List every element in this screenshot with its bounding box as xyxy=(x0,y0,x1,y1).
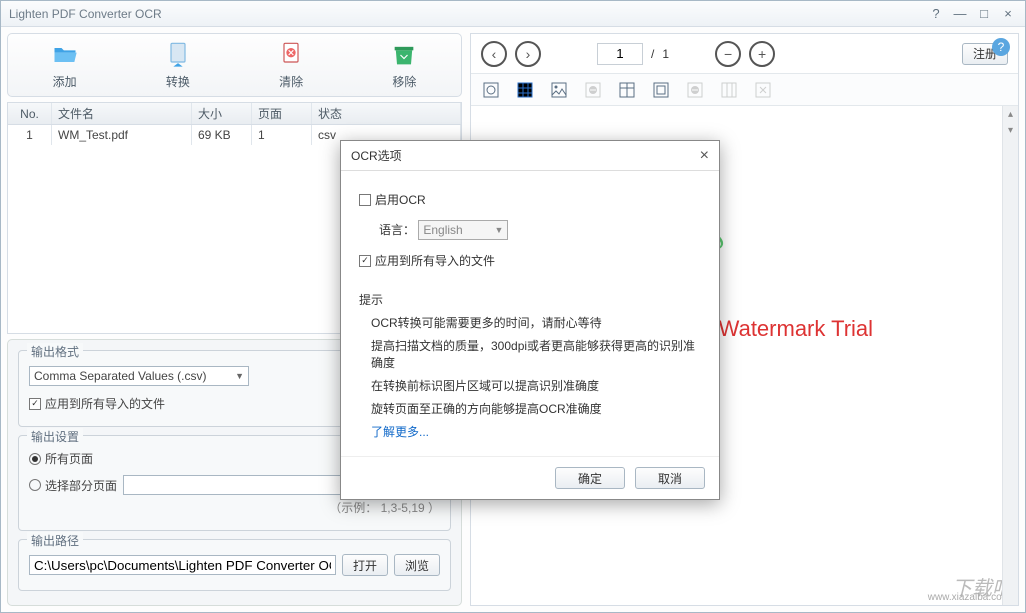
text-box-icon[interactable] xyxy=(651,80,671,100)
clear-button[interactable]: 清除 xyxy=(277,41,305,90)
tip-line: 旋转页面至正确的方向能够提高OCR准确度 xyxy=(359,400,701,417)
add-button[interactable]: 添加 xyxy=(51,41,79,90)
preview-tools: ? xyxy=(471,74,1018,106)
lang-select[interactable]: English ▼ xyxy=(418,220,508,240)
dialog-titlebar: OCR选项 × xyxy=(341,141,719,171)
dialog-footer: 确定 取消 xyxy=(341,456,719,499)
grid-icon[interactable] xyxy=(515,80,535,100)
table-header: No. 文件名 大小 页面 状态 xyxy=(8,103,461,125)
vertical-scrollbar[interactable]: ▴ ▾ xyxy=(1002,106,1018,605)
chevron-down-icon: ▼ xyxy=(494,225,503,235)
folder-open-icon xyxy=(51,41,79,69)
radio-label: 所有页面 xyxy=(45,450,93,467)
help-button[interactable]: ? xyxy=(927,5,945,23)
cell-no: 1 xyxy=(8,125,52,145)
dialog-body: 启用OCR 语言： English ▼ ✓ 应用到所有导入的文件 提示 OCR转… xyxy=(341,171,719,456)
checkbox-label: 应用到所有导入的文件 xyxy=(45,395,165,412)
col-name[interactable]: 文件名 xyxy=(52,103,192,124)
trash-clear-icon xyxy=(277,41,305,69)
column-icon[interactable] xyxy=(719,80,739,100)
checkbox-label: 启用OCR xyxy=(375,191,426,208)
ocr-options-dialog: OCR选项 × 启用OCR 语言： English ▼ ✓ 应用到所有导入的文件… xyxy=(340,140,720,500)
enable-ocr-checkbox[interactable]: 启用OCR xyxy=(359,191,426,208)
cell-size: 69 KB xyxy=(192,125,252,145)
dialog-close-button[interactable]: × xyxy=(700,147,709,165)
page-total: 1 xyxy=(662,47,669,61)
output-path-group: 输出路径 打开 浏览 xyxy=(18,539,451,591)
checkbox-label: 应用到所有导入的文件 xyxy=(375,252,495,269)
select-value: English xyxy=(423,223,462,237)
ok-button[interactable]: 确定 xyxy=(555,467,625,489)
image-icon[interactable] xyxy=(549,80,569,100)
tip-line: 在转换前标识图片区域可以提高识别准确度 xyxy=(359,377,701,394)
col-page[interactable]: 页面 xyxy=(252,103,312,124)
maximize-button[interactable]: □ xyxy=(975,5,993,23)
select-value: Comma Separated Values (.csv) xyxy=(34,369,207,383)
tip-line: OCR转换可能需要更多的时间，请耐心等待 xyxy=(359,314,701,331)
cancel-button[interactable]: 取消 xyxy=(635,467,705,489)
output-path-input[interactable] xyxy=(29,555,336,575)
zoom-in-button[interactable]: + xyxy=(749,41,775,67)
page-range-input[interactable] xyxy=(123,475,343,495)
dialog-apply-all-checkbox[interactable]: ✓ 应用到所有导入的文件 xyxy=(359,252,495,269)
toolbar-label: 转换 xyxy=(166,73,190,90)
fit-page-icon[interactable] xyxy=(481,80,501,100)
cell-name: WM_Test.pdf xyxy=(52,125,192,145)
close-button[interactable]: × xyxy=(999,5,1017,23)
app-title: Lighten PDF Converter OCR xyxy=(9,7,162,21)
group-legend: 输出设置 xyxy=(27,428,83,445)
remove-area-icon[interactable] xyxy=(583,80,603,100)
checkbox-icon: ✓ xyxy=(359,255,371,267)
apply-all-checkbox[interactable]: ✓ 应用到所有导入的文件 xyxy=(29,395,165,412)
minimize-button[interactable]: — xyxy=(951,5,969,23)
help-icon[interactable]: ? xyxy=(992,38,1010,56)
next-page-button[interactable]: › xyxy=(515,41,541,67)
radio-label: 选择部分页面 xyxy=(45,477,117,494)
remove-area-2-icon[interactable] xyxy=(685,80,705,100)
cell-page: 1 xyxy=(252,125,312,145)
page-input[interactable] xyxy=(597,43,643,65)
delete-col-icon[interactable] xyxy=(753,80,773,100)
recycle-bin-icon xyxy=(390,41,418,69)
app-window: Lighten PDF Converter OCR ? — □ × 添加 转换 … xyxy=(0,0,1026,613)
prev-page-button[interactable]: ‹ xyxy=(481,41,507,67)
open-button[interactable]: 打开 xyxy=(342,554,388,576)
toolbar-label: 清除 xyxy=(279,73,303,90)
remove-button[interactable]: 移除 xyxy=(390,41,418,90)
radio-icon xyxy=(29,479,41,491)
scroll-down-icon[interactable]: ▾ xyxy=(1003,122,1018,138)
main-toolbar: 添加 转换 清除 移除 xyxy=(7,33,462,97)
all-pages-radio[interactable]: 所有页面 xyxy=(29,450,93,467)
col-state[interactable]: 状态 xyxy=(312,103,461,124)
group-legend: 输出路径 xyxy=(27,532,83,549)
col-no[interactable]: No. xyxy=(8,103,52,124)
toolbar-label: 添加 xyxy=(53,73,77,90)
corner-watermark-url: www.xiazaiba.com xyxy=(928,592,1010,603)
convert-button[interactable]: 转换 xyxy=(164,41,192,90)
learn-more-link[interactable]: 了解更多... xyxy=(359,423,701,440)
scroll-up-icon[interactable]: ▴ xyxy=(1003,106,1018,122)
preview-nav: ‹ › / 1 − + 注册 xyxy=(471,34,1018,74)
format-select[interactable]: Comma Separated Values (.csv) ▼ xyxy=(29,366,249,386)
page-sep: / xyxy=(651,47,654,61)
zoom-out-button[interactable]: − xyxy=(715,41,741,67)
tip-line: 提高扫描文档的质量，300dpi或者更高能够获得更高的识别准确度 xyxy=(359,337,701,371)
group-legend: 输出格式 xyxy=(27,343,83,360)
checkbox-icon: ✓ xyxy=(29,398,41,410)
dialog-title: OCR选项 xyxy=(351,147,402,164)
col-size[interactable]: 大小 xyxy=(192,103,252,124)
lang-label: 语言： xyxy=(379,223,415,237)
title-bar: Lighten PDF Converter OCR ? — □ × xyxy=(1,1,1025,27)
example-label: （示例： 1,3-5,19 ） xyxy=(329,499,440,516)
document-convert-icon xyxy=(164,41,192,69)
partial-pages-radio[interactable]: 选择部分页面 xyxy=(29,477,117,494)
radio-icon xyxy=(29,453,41,465)
chevron-down-icon: ▼ xyxy=(235,371,244,381)
checkbox-icon xyxy=(359,194,371,206)
tips-header: 提示 xyxy=(359,291,701,308)
table-icon[interactable] xyxy=(617,80,637,100)
browse-button[interactable]: 浏览 xyxy=(394,554,440,576)
toolbar-label: 移除 xyxy=(392,73,416,90)
